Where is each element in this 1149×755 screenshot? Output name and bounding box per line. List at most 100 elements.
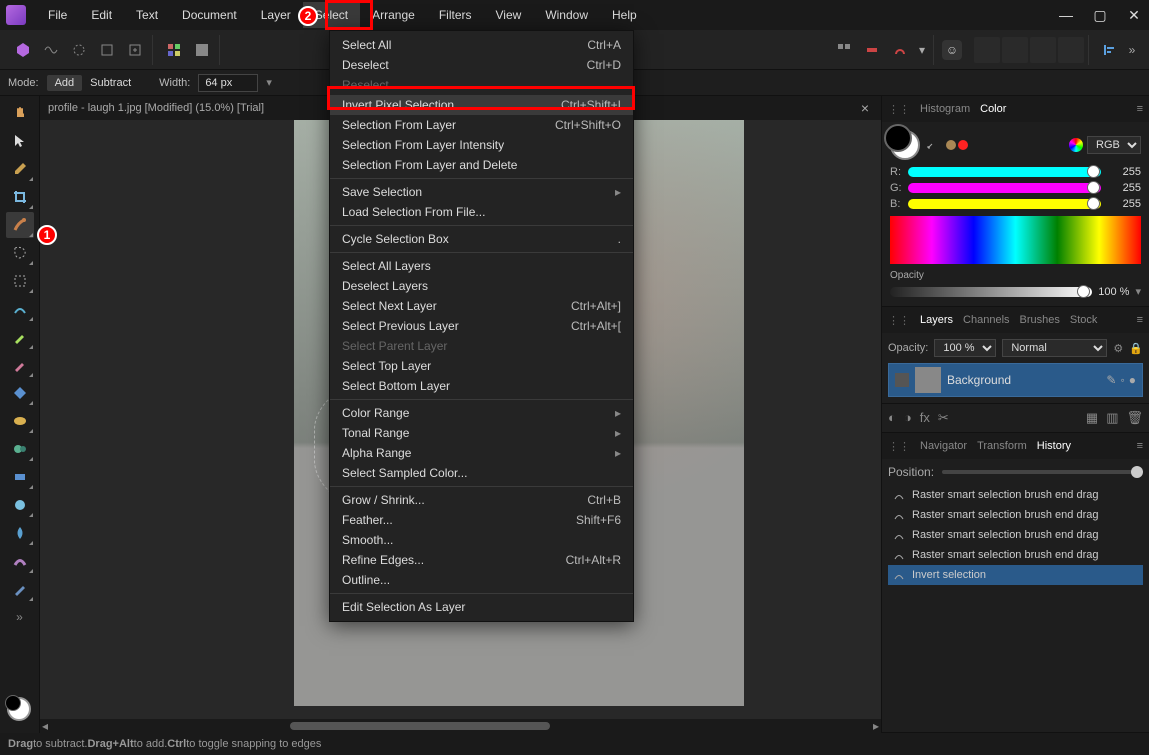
menu-item-selection-from-layer-and-delete[interactable]: Selection From Layer and Delete <box>330 155 633 175</box>
layer-edit-icon[interactable]: ✎ <box>1106 373 1116 387</box>
scroll-thumb[interactable] <box>290 722 550 730</box>
btn-align2[interactable] <box>1002 37 1028 63</box>
menu-item-alpha-range[interactable]: Alpha Range▸ <box>330 443 633 463</box>
tab-history[interactable]: History <box>1037 440 1071 452</box>
menu-item-deselect-layers[interactable]: Deselect Layers <box>330 276 633 296</box>
btn-align4[interactable] <box>1058 37 1084 63</box>
swap-colors-icon[interactable] <box>926 138 940 152</box>
layer-row[interactable]: Background ✎ ◦ ● <box>888 363 1143 397</box>
mask-icon[interactable]: ◐ <box>888 410 896 426</box>
width-input[interactable] <box>198 74 258 92</box>
menu-item-outline-[interactable]: Outline... <box>330 570 633 590</box>
menu-item-select-next-layer[interactable]: Select Next LayerCtrl+Alt+] <box>330 296 633 316</box>
menu-item-smooth-[interactable]: Smooth... <box>330 530 633 550</box>
tool-smudge-icon[interactable] <box>6 548 34 574</box>
menu-item-deselect[interactable]: DeselectCtrl+D <box>330 55 633 75</box>
recent-colors[interactable] <box>946 140 968 150</box>
menu-item-edit-selection-as-layer[interactable]: Edit Selection As Layer <box>330 597 633 617</box>
btn-align3[interactable] <box>1030 37 1056 63</box>
persona-liquify-icon[interactable] <box>38 37 64 63</box>
b-slider[interactable] <box>908 199 1101 209</box>
layer-opacity-select[interactable]: 100 % <box>934 339 996 357</box>
menu-item-feather-[interactable]: Feather...Shift+F6 <box>330 510 633 530</box>
color-mode-select[interactable]: RGB <box>1087 136 1141 154</box>
opacity-slider[interactable] <box>890 287 1092 297</box>
btn-more-icon[interactable]: » <box>1125 37 1139 63</box>
tab-brushes[interactable]: Brushes <box>1020 314 1060 326</box>
horizontal-scrollbar[interactable]: ◂ ▸ <box>40 719 881 733</box>
close-button[interactable]: ✕ <box>1125 7 1143 24</box>
tab-transform[interactable]: Transform <box>977 440 1027 452</box>
panel-menu-icon[interactable]: ≡ <box>1137 440 1143 452</box>
menu-item-select-sampled-color-[interactable]: Select Sampled Color... <box>330 463 633 483</box>
delete-layer-icon[interactable]: 🗑 <box>1126 410 1143 426</box>
tab-histogram[interactable]: Histogram <box>920 103 970 115</box>
crop-layer-icon[interactable]: ✂ <box>938 410 949 426</box>
menu-item-selection-from-layer-intensity[interactable]: Selection From Layer Intensity <box>330 135 633 155</box>
tool-flood-select-icon[interactable] <box>6 296 34 322</box>
menu-view[interactable]: View <box>484 2 534 28</box>
fx-icon[interactable]: fx <box>920 410 930 426</box>
menu-document[interactable]: Document <box>170 2 249 28</box>
history-item[interactable]: Raster smart selection brush end drag <box>888 505 1143 525</box>
menu-layer[interactable]: Layer <box>249 2 303 28</box>
layer-link-icon[interactable]: ◦ <box>1120 373 1124 387</box>
panel-drag-icon[interactable]: ⋮⋮ <box>888 314 910 327</box>
menu-item-select-bottom-layer[interactable]: Select Bottom Layer <box>330 376 633 396</box>
tool-blur-icon[interactable] <box>6 520 34 546</box>
history-item[interactable]: Raster smart selection brush end drag <box>888 485 1143 505</box>
btn-snap-icon[interactable] <box>887 37 913 63</box>
tab-color[interactable]: Color <box>980 103 1006 115</box>
menu-window[interactable]: Window <box>533 2 600 28</box>
tool-color-picker-icon[interactable] <box>6 156 34 182</box>
r-slider[interactable] <box>908 167 1101 177</box>
btn-checker-icon[interactable] <box>189 37 215 63</box>
tool-sponge-icon[interactable] <box>6 408 34 434</box>
lock-icon[interactable]: 🔒 <box>1129 342 1143 355</box>
panel-drag-icon[interactable]: ⋮⋮ <box>888 103 910 116</box>
menu-help[interactable]: Help <box>600 2 649 28</box>
menu-edit[interactable]: Edit <box>79 2 124 28</box>
history-item[interactable]: Invert selection <box>888 565 1143 585</box>
position-slider[interactable] <box>942 470 1143 474</box>
menu-item-selection-from-layer[interactable]: Selection From LayerCtrl+Shift+O <box>330 115 633 135</box>
menu-file[interactable]: File <box>36 2 79 28</box>
menu-text[interactable]: Text <box>124 2 170 28</box>
tab-layers[interactable]: Layers <box>920 314 953 326</box>
tab-channels[interactable]: Channels <box>963 314 1009 326</box>
hue-picker[interactable] <box>890 216 1141 264</box>
btn-grid-icon[interactable] <box>831 37 857 63</box>
tab-stock[interactable]: Stock <box>1070 314 1098 326</box>
tool-fill-icon[interactable] <box>6 380 34 406</box>
persona-photo-icon[interactable] <box>10 37 36 63</box>
panel-menu-icon[interactable]: ≡ <box>1137 103 1143 115</box>
menu-item-select-all[interactable]: Select AllCtrl+A <box>330 35 633 55</box>
adjust-icon[interactable]: ◑ <box>904 410 912 426</box>
account-icon[interactable]: ☺ <box>942 40 962 60</box>
tool-marquee-icon[interactable] <box>6 268 34 294</box>
g-slider[interactable] <box>908 183 1101 193</box>
layer-lock-icon[interactable]: ● <box>1129 373 1136 387</box>
minimize-button[interactable]: — <box>1057 7 1075 24</box>
history-item[interactable]: Raster smart selection brush end drag <box>888 545 1143 565</box>
tool-more-icon[interactable]: » <box>6 604 34 630</box>
document-tab-close-icon[interactable]: × <box>861 100 869 116</box>
tool-pen-icon[interactable] <box>6 576 34 602</box>
menu-item-select-all-layers[interactable]: Select All Layers <box>330 256 633 276</box>
tool-freehand-selection-icon[interactable] <box>6 240 34 266</box>
panel-drag-icon[interactable]: ⋮⋮ <box>888 440 910 453</box>
menu-arrange[interactable]: Arrange <box>360 2 427 28</box>
width-dropdown-icon[interactable]: ▾ <box>266 76 272 89</box>
history-item[interactable]: Raster smart selection brush end drag <box>888 525 1143 545</box>
tool-erase-icon[interactable] <box>6 352 34 378</box>
menu-item-select-top-layer[interactable]: Select Top Layer <box>330 356 633 376</box>
menu-item-color-range[interactable]: Color Range▸ <box>330 403 633 423</box>
menu-item-save-selection[interactable]: Save Selection▸ <box>330 182 633 202</box>
btn-align-left-icon[interactable] <box>1097 37 1123 63</box>
menu-item-load-selection-from-file-[interactable]: Load Selection From File... <box>330 202 633 222</box>
gear-icon[interactable]: ⚙ <box>1113 342 1123 355</box>
menu-item-refine-edges-[interactable]: Refine Edges...Ctrl+Alt+R <box>330 550 633 570</box>
panel-menu-icon[interactable]: ≡ <box>1137 314 1143 326</box>
menu-item-tonal-range[interactable]: Tonal Range▸ <box>330 423 633 443</box>
maximize-button[interactable]: ▢ <box>1091 7 1109 24</box>
